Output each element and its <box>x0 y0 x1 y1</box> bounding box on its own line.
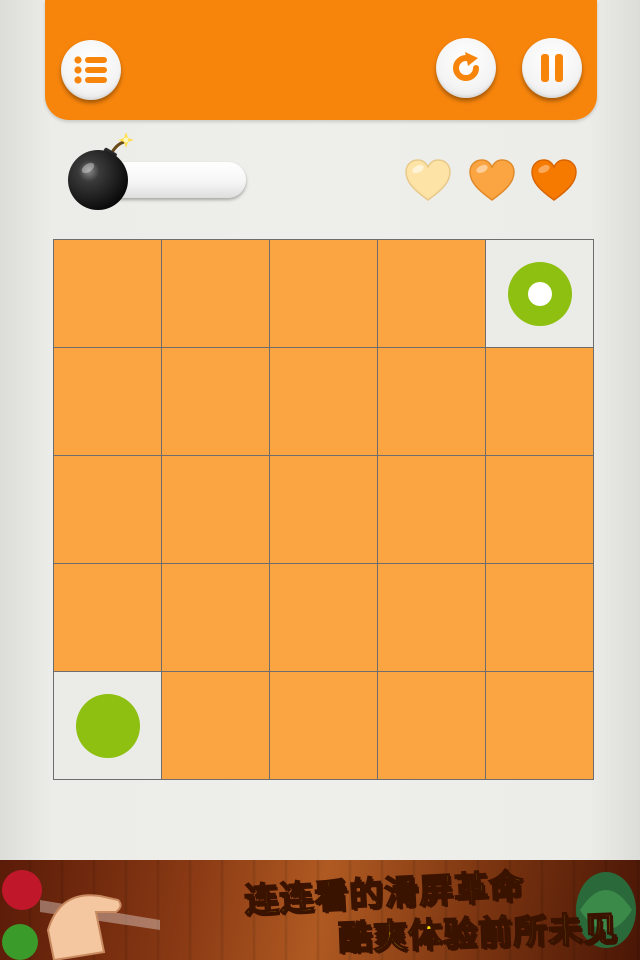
board-cell[interactable] <box>54 348 162 456</box>
board-cell[interactable] <box>54 672 162 780</box>
board-cell[interactable] <box>378 240 486 348</box>
board-cell[interactable] <box>162 456 270 564</box>
heart-icon <box>469 159 515 201</box>
heart-icon <box>531 159 577 201</box>
board-cell[interactable] <box>162 672 270 780</box>
game-board <box>53 239 594 780</box>
board-cell[interactable] <box>486 456 594 564</box>
board-cell[interactable] <box>162 348 270 456</box>
board-cell[interactable] <box>270 240 378 348</box>
ring-hole <box>527 281 552 306</box>
ball-piece[interactable] <box>75 693 140 758</box>
ring-piece[interactable] <box>507 261 572 326</box>
board-cell[interactable] <box>270 672 378 780</box>
restart-icon <box>453 52 480 82</box>
bomb-icon <box>68 132 134 210</box>
pause-button[interactable] <box>522 38 582 98</box>
board-cell[interactable] <box>270 564 378 672</box>
list-icon <box>74 56 107 84</box>
restart-button[interactable] <box>436 38 496 98</box>
heart-icon <box>405 159 451 201</box>
board-cell[interactable] <box>270 348 378 456</box>
board-cell[interactable] <box>378 564 486 672</box>
hand-icon <box>2 870 160 960</box>
board-cell[interactable] <box>162 564 270 672</box>
board-cell[interactable] <box>54 564 162 672</box>
board-cell[interactable] <box>54 240 162 348</box>
board-cell[interactable] <box>270 456 378 564</box>
board-cell[interactable] <box>54 456 162 564</box>
ad-subheadline: 酷爽体验前所未见 <box>337 908 620 959</box>
board-cell[interactable] <box>486 564 594 672</box>
board-cell[interactable] <box>486 672 594 780</box>
board-cell[interactable] <box>486 240 594 348</box>
board-cell[interactable] <box>486 348 594 456</box>
menu-button[interactable] <box>61 40 121 100</box>
board-cell[interactable] <box>378 456 486 564</box>
top-bar <box>45 0 597 120</box>
pause-icon <box>541 54 563 82</box>
board-cell[interactable] <box>162 240 270 348</box>
board-cell[interactable] <box>378 672 486 780</box>
board-cell[interactable] <box>378 348 486 456</box>
